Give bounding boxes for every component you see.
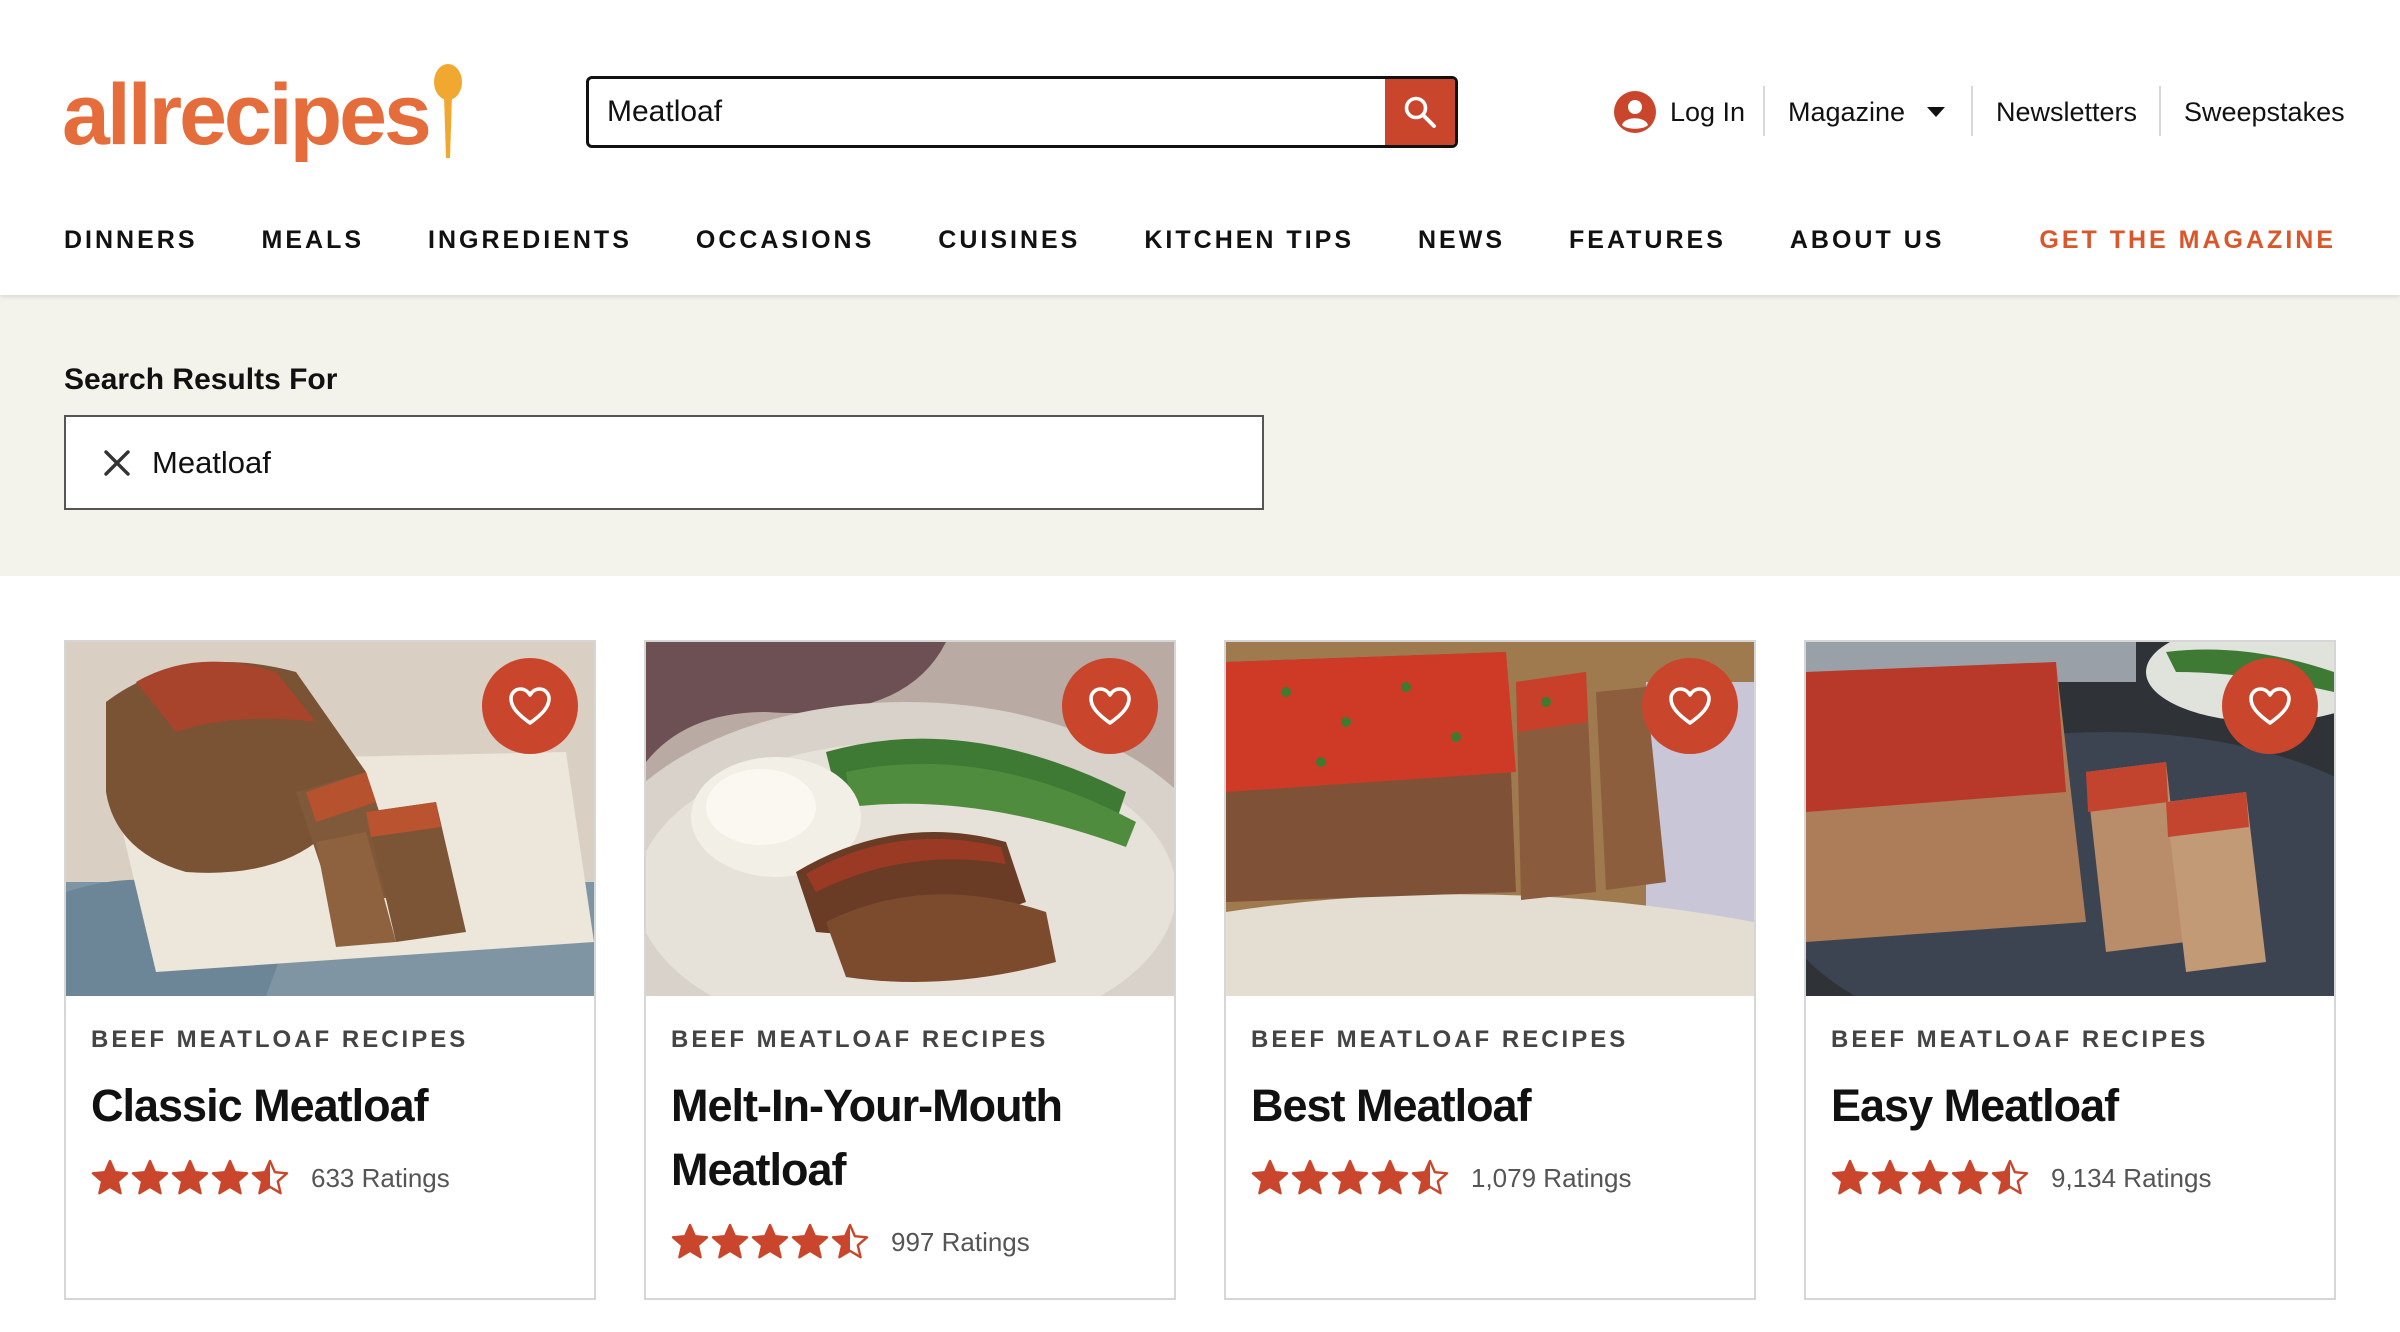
- star-icon: [711, 1223, 749, 1259]
- half-star-icon: [1991, 1159, 2029, 1195]
- save-recipe-button[interactable]: [1642, 658, 1738, 754]
- newsletters-label: Newsletters: [1996, 96, 2138, 127]
- recipe-rating: 633 Ratings: [91, 1158, 450, 1198]
- main-nav: DINNERS MEALS INGREDIENTS OCCASIONS CUIS…: [64, 222, 2008, 258]
- recipe-title: Easy Meatloaf: [1831, 1080, 2119, 1131]
- star-icon: [1251, 1159, 1289, 1195]
- heart-icon: [1089, 687, 1131, 725]
- user-icon: [1614, 91, 1656, 133]
- star-icon: [91, 1159, 129, 1195]
- search-results-band: Search Results For Meatloaf: [0, 295, 2400, 576]
- magazine-dropdown[interactable]: Magazine: [1788, 84, 1946, 140]
- login-label: Log In: [1670, 96, 1746, 127]
- site-header: allrecipes Log In Magazine Newsletters: [0, 0, 2400, 295]
- heart-icon: [1669, 687, 1711, 725]
- recipe-rating: 1,079 Ratings: [1251, 1158, 1631, 1198]
- recipe-rating: 997 Ratings: [671, 1222, 1030, 1262]
- star-rating: [91, 1159, 291, 1197]
- recipe-category: BEEF MEATLOAF RECIPES: [671, 1026, 1049, 1053]
- recipe-category: BEEF MEATLOAF RECIPES: [1831, 1026, 2209, 1053]
- star-icon: [1331, 1159, 1369, 1195]
- get-magazine-link[interactable]: GET THE MAGAZINE: [2039, 222, 2336, 258]
- search-button[interactable]: [1385, 79, 1455, 145]
- nav-item-features[interactable]: FEATURES: [1569, 226, 1726, 255]
- recipe-category: BEEF MEATLOAF RECIPES: [91, 1026, 469, 1053]
- star-rating: [1831, 1159, 2031, 1197]
- star-icon: [1871, 1159, 1909, 1195]
- star-icon: [1371, 1159, 1409, 1195]
- nav-item-ingredients[interactable]: INGREDIENTS: [428, 226, 632, 255]
- recipe-title: Classic Meatloaf: [91, 1080, 429, 1131]
- star-icon: [131, 1159, 169, 1195]
- nav-item-about-us[interactable]: ABOUT US: [1790, 226, 1945, 255]
- spoon-logo-icon: [433, 64, 462, 158]
- half-star-icon: [251, 1159, 289, 1195]
- save-recipe-button[interactable]: [482, 658, 578, 754]
- sweepstakes-link[interactable]: Sweepstakes: [2184, 84, 2345, 140]
- half-star-icon: [1411, 1159, 1449, 1195]
- magazine-label: Magazine: [1788, 96, 1906, 127]
- half-star-icon: [831, 1223, 869, 1259]
- chevron-down-icon: [1927, 107, 1946, 117]
- ratings-count: 9,134 Ratings: [2051, 1162, 2212, 1193]
- heart-icon: [2249, 687, 2291, 725]
- divider: [1971, 86, 1973, 136]
- recipe-card-grid: BEEF MEATLOAF RECIPES Classic Meatloaf 6…: [64, 640, 2336, 1300]
- search-term-box[interactable]: Meatloaf: [64, 415, 1264, 510]
- search-icon: [1404, 96, 1436, 128]
- star-icon: [211, 1159, 249, 1195]
- sweepstakes-label: Sweepstakes: [2184, 96, 2345, 127]
- star-icon: [1911, 1159, 1949, 1195]
- divider: [1763, 86, 1765, 136]
- star-icon: [751, 1223, 789, 1259]
- ratings-count: 633 Ratings: [311, 1162, 450, 1193]
- recipe-category: BEEF MEATLOAF RECIPES: [1251, 1026, 1629, 1053]
- recipe-title: Melt-In-Your-Mouth Meatloaf: [671, 1080, 1063, 1195]
- search-term: Meatloaf: [152, 444, 271, 480]
- allrecipes-logo[interactable]: allrecipes: [62, 60, 463, 170]
- nav-item-dinners[interactable]: DINNERS: [64, 226, 198, 255]
- nav-item-occasions[interactable]: OCCASIONS: [696, 226, 874, 255]
- recipe-rating: 9,134 Ratings: [1831, 1158, 2211, 1198]
- recipe-card[interactable]: BEEF MEATLOAF RECIPES Best Meatloaf 1,07…: [1224, 640, 1756, 1300]
- logo-wordmark: allrecipes: [62, 67, 432, 163]
- star-icon: [1291, 1159, 1329, 1195]
- nav-item-kitchen-tips[interactable]: KITCHEN TIPS: [1144, 226, 1354, 255]
- close-icon[interactable]: [102, 448, 132, 478]
- search-bar: [586, 76, 1458, 148]
- save-recipe-button[interactable]: [2222, 658, 2318, 754]
- search-input[interactable]: [589, 79, 1389, 145]
- nav-item-meals[interactable]: MEALS: [262, 226, 365, 255]
- nav-item-cuisines[interactable]: CUISINES: [938, 226, 1080, 255]
- newsletters-link[interactable]: Newsletters: [1996, 84, 2137, 140]
- star-icon: [791, 1223, 829, 1259]
- star-icon: [171, 1159, 209, 1195]
- heart-icon: [509, 687, 551, 725]
- recipe-card[interactable]: BEEF MEATLOAF RECIPES Easy Meatloaf 9,13…: [1804, 640, 2336, 1300]
- login-link[interactable]: Log In: [1614, 84, 1745, 140]
- star-icon: [1951, 1159, 1989, 1195]
- search-results-heading: Search Results For: [64, 363, 338, 396]
- star-icon: [1831, 1159, 1869, 1195]
- nav-item-news[interactable]: NEWS: [1418, 226, 1505, 255]
- star-icon: [671, 1223, 709, 1259]
- save-recipe-button[interactable]: [1062, 658, 1158, 754]
- divider: [2159, 86, 2161, 136]
- star-rating: [671, 1223, 871, 1261]
- recipe-card[interactable]: BEEF MEATLOAF RECIPES Melt-In-Your-Mouth…: [644, 640, 1176, 1300]
- recipe-card[interactable]: BEEF MEATLOAF RECIPES Classic Meatloaf 6…: [64, 640, 596, 1300]
- star-rating: [1251, 1159, 1451, 1197]
- recipe-title: Best Meatloaf: [1251, 1080, 1532, 1131]
- ratings-count: 997 Ratings: [891, 1226, 1030, 1257]
- ratings-count: 1,079 Ratings: [1471, 1162, 1632, 1193]
